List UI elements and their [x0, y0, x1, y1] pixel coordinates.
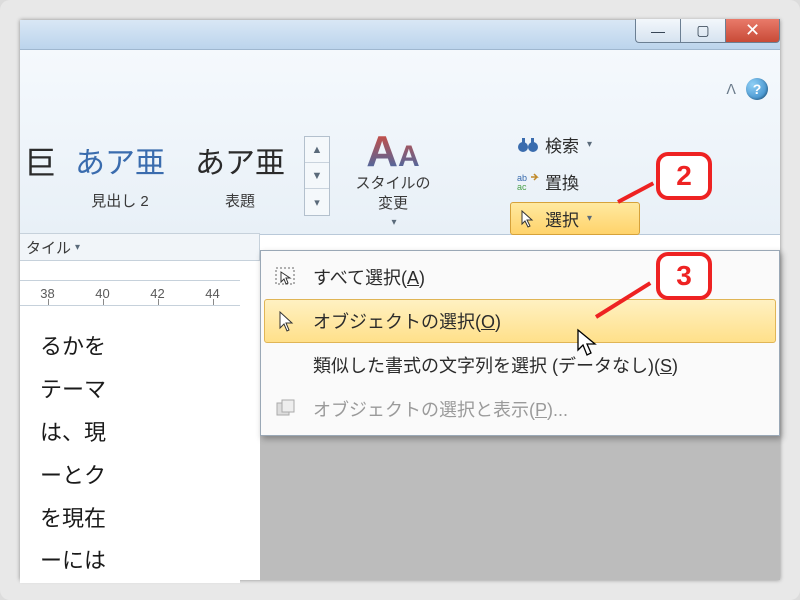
- styles-gallery: 巨 あア亜 見出し 2 あア亜 表題 ▲ ▼ ▾ AA スタイルの 変更: [20, 130, 438, 250]
- gallery-up-icon[interactable]: ▲: [305, 137, 329, 163]
- help-icon[interactable]: ?: [746, 78, 768, 100]
- styles-group-text: タイル: [26, 237, 71, 258]
- annotation-3: 3: [656, 252, 712, 300]
- change-styles-icon: AA: [348, 130, 438, 174]
- change-styles-button[interactable]: AA スタイルの 変更 ▾: [348, 130, 438, 228]
- doc-line: ーには: [40, 540, 230, 583]
- ruler[interactable]: 38 40 42 44: [20, 280, 240, 306]
- maximize-button[interactable]: ▢: [680, 19, 725, 43]
- ribbon-help-area: ᐱ ?: [726, 78, 768, 100]
- ribbon: ᐱ ? 巨 あア亜 見出し 2 あア亜 表題 ▲ ▼ ▾: [20, 50, 780, 235]
- find-label: 検索: [545, 132, 579, 157]
- chevron-down-icon: ▾: [587, 213, 592, 224]
- menu-label: 類似した書式の文字列を選択 (データなし)(S): [313, 352, 678, 378]
- titlebar: — ▢ ✕: [20, 20, 780, 50]
- chevron-down-icon: ▾: [391, 217, 396, 228]
- select-all-icon: [271, 262, 301, 292]
- app-window: — ▢ ✕ ᐱ ? 巨 あア亜 見出し 2 あア亜 表題: [20, 20, 780, 580]
- arrow-cursor-icon: [271, 306, 301, 336]
- ruler-tick: 42: [130, 286, 185, 301]
- styles-group-label[interactable]: タイル ▾: [20, 233, 260, 261]
- document-area[interactable]: るかを テーマ は、現 ーとク を現在 ーには: [20, 320, 240, 583]
- style-label: 表題: [180, 190, 300, 211]
- gallery-more-icon[interactable]: ▾: [305, 189, 329, 215]
- doc-line: テーマ: [40, 369, 230, 412]
- chevron-down-icon: ▾: [587, 139, 592, 150]
- style-sample: あア亜: [60, 130, 180, 186]
- arrow-cursor-icon: [517, 210, 539, 228]
- replace-icon: abac: [517, 173, 539, 191]
- style-heading2[interactable]: 巨: [20, 130, 60, 188]
- ribbon-collapse-icon[interactable]: ᐱ: [726, 81, 736, 98]
- doc-line: ーとク: [40, 455, 230, 498]
- ruler-tick: 38: [20, 286, 75, 301]
- window-controls: — ▢ ✕: [635, 19, 780, 43]
- menu-selection-pane: オブジェクトの選択と表示(P)...: [264, 387, 776, 431]
- replace-label: 置換: [545, 169, 579, 194]
- find-button[interactable]: 検索 ▾: [510, 128, 640, 161]
- ruler-tick: 40: [75, 286, 130, 301]
- gallery-down-icon[interactable]: ▼: [305, 163, 329, 189]
- doc-line: は、現: [40, 412, 230, 455]
- binoculars-icon: [517, 136, 539, 154]
- ruler-tick: 44: [185, 286, 240, 301]
- menu-select-objects[interactable]: オブジェクトの選択(O): [264, 299, 776, 343]
- style-heading2[interactable]: あア亜 見出し 2: [60, 130, 180, 211]
- replace-button[interactable]: abac 置換: [510, 165, 640, 198]
- svg-text:ac: ac: [517, 182, 527, 191]
- style-sample: 巨: [20, 130, 60, 188]
- style-label: 見出し 2: [60, 190, 180, 211]
- style-sample: あア亜: [180, 130, 300, 186]
- menu-label: すべて選択(A): [313, 264, 425, 290]
- minimize-button[interactable]: —: [635, 19, 680, 43]
- menu-label: オブジェクトの選択と表示(P)...: [313, 396, 568, 422]
- gallery-scroll: ▲ ▼ ▾: [304, 136, 330, 216]
- chevron-down-icon: ▾: [75, 242, 80, 253]
- selection-pane-icon: [271, 394, 301, 424]
- blank-icon: [271, 350, 301, 380]
- change-styles-label: スタイルの 変更: [348, 174, 438, 213]
- style-title[interactable]: あア亜 表題: [180, 130, 300, 211]
- doc-line: を現在: [40, 498, 230, 541]
- doc-line: るかを: [40, 326, 230, 369]
- editing-group: 検索 ▾ abac 置換 選択 ▾: [510, 128, 640, 235]
- menu-select-similar[interactable]: 類似した書式の文字列を選択 (データなし)(S): [264, 343, 776, 387]
- select-label: 選択: [545, 206, 579, 231]
- menu-label: オブジェクトの選択(O): [313, 308, 501, 334]
- select-button[interactable]: 選択 ▾: [510, 202, 640, 235]
- close-button[interactable]: ✕: [725, 19, 780, 43]
- annotation-2: 2: [656, 152, 712, 200]
